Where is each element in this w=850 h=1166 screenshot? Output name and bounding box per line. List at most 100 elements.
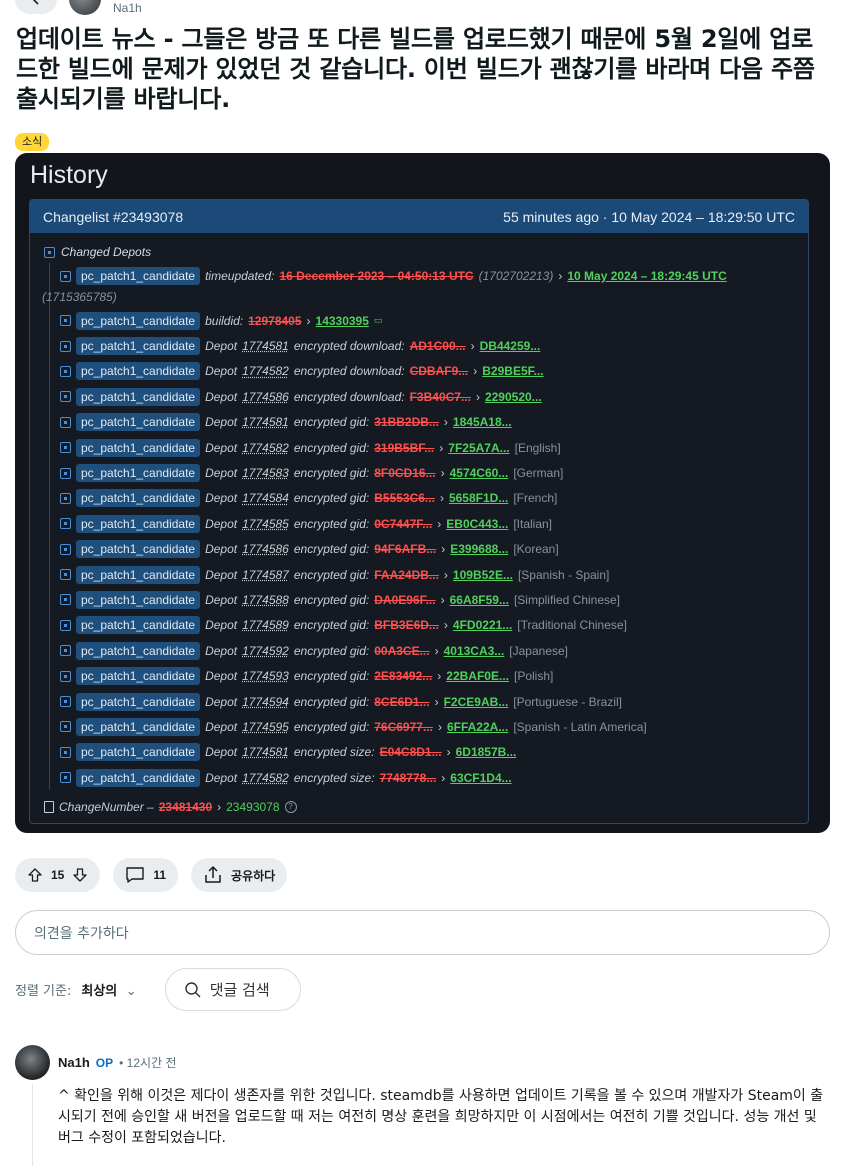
depot-id[interactable]: 1774586 [242, 390, 289, 404]
expand-icon [60, 645, 71, 657]
avatar[interactable] [15, 1045, 50, 1080]
arrow-icon: › [437, 719, 442, 734]
old-value: 31BB2DB... [374, 415, 439, 430]
comment-icon[interactable]: ▭ [374, 315, 383, 326]
branch-tag: pc_patch1_candidate [76, 743, 201, 762]
depot-id[interactable]: 1774581 [242, 415, 289, 429]
comment-author[interactable]: Na1h [58, 1055, 90, 1070]
comments-button[interactable]: 11 [113, 858, 179, 892]
arrow-icon: › [473, 364, 478, 379]
new-value: 63CF1D4... [450, 770, 512, 785]
sort-value: 최상의 [81, 984, 118, 999]
sort-dropdown[interactable]: 최상의 ⌄ [81, 980, 136, 999]
changelist-id: Changelist #23493078 [43, 208, 184, 225]
changenumber-label: ChangeNumber – [59, 800, 154, 815]
depot-id[interactable]: 1774582 [242, 771, 289, 785]
field-label: encrypted gid: [293, 694, 370, 709]
new-value: EB0C443... [446, 516, 509, 531]
depot-word: Depot [205, 491, 238, 506]
arrow-icon: › [439, 491, 444, 506]
arrow-icon: › [306, 313, 311, 328]
depot-id[interactable]: 1774583 [242, 466, 289, 480]
new-value: 22BAF0E... [446, 669, 509, 684]
field-label: encrypted gid: [293, 618, 370, 633]
downvote-icon[interactable] [72, 867, 88, 883]
depot-word: Depot [205, 466, 238, 481]
comment-icon [126, 867, 145, 883]
depot-id[interactable]: 1774581 [242, 745, 289, 759]
depot-id[interactable]: 1774589 [242, 618, 289, 632]
depot-id[interactable]: 1774584 [242, 491, 289, 505]
depot-change-list: pc_patch1_candidate timeupdated: 16 Dece… [42, 263, 808, 791]
depot-change-row: pc_patch1_candidate Depot 1774581 encrypted… [60, 410, 808, 435]
depot-id[interactable]: 1774582 [242, 364, 289, 378]
op-badge: OP [95, 1055, 114, 1070]
language-label: [Spanish - Latin America] [513, 719, 647, 734]
field-label: encrypted download: [293, 339, 405, 354]
new-value: 10 May 2024 – 18:29:45 UTC [567, 269, 727, 283]
share-button[interactable]: 공유하다 [191, 858, 288, 892]
back-button[interactable] [15, 0, 57, 14]
depot-id[interactable]: 1774593 [242, 669, 289, 683]
new-value: F2CE9AB... [443, 694, 509, 709]
branch-tag: pc_patch1_candidate [76, 337, 201, 356]
branch-tag: pc_patch1_candidate [76, 387, 201, 406]
new-value[interactable]: 14330395 [316, 314, 369, 328]
language-label: [Portuguese - Brazil] [513, 694, 622, 709]
arrow-icon: › [475, 389, 480, 404]
search-icon [184, 981, 201, 997]
depot-id[interactable]: 1774592 [242, 644, 289, 658]
branch-tag: pc_patch1_candidate [76, 311, 201, 330]
arrow-icon: › [443, 618, 448, 633]
upvote-icon[interactable] [27, 867, 43, 883]
depot-id[interactable]: 1774585 [242, 517, 289, 531]
depot-word: Depot [205, 567, 238, 582]
comment-time: • 12시간 전 [119, 1056, 177, 1070]
depot-id[interactable]: 1774595 [242, 720, 289, 734]
depot-id[interactable]: 1774581 [242, 339, 289, 353]
depot-word: Depot [205, 364, 238, 379]
new-value: 4FD0221... [452, 618, 513, 633]
depot-id[interactable]: 1774594 [242, 695, 289, 709]
help-icon[interactable]: ? [284, 801, 297, 814]
depot-id[interactable]: 1774586 [242, 542, 289, 556]
arrow-icon: › [440, 466, 445, 481]
depot-change-row: pc_patch1_candidate Depot 1774585 encrypted… [60, 511, 808, 536]
expand-icon [60, 543, 71, 555]
old-raw: (1702702213) [478, 269, 554, 283]
field-label: encrypted size: [293, 745, 375, 760]
old-value: 94F6AFB... [374, 542, 437, 557]
post-flair[interactable]: 소식 [15, 133, 50, 151]
depot-word: Depot [205, 415, 238, 430]
post-author[interactable]: Na1h [113, 1, 142, 15]
author-avatar[interactable] [69, 0, 101, 15]
depot-id[interactable]: 1774588 [242, 593, 289, 607]
depot-id[interactable]: 1774587 [242, 568, 289, 582]
expand-icon [60, 670, 71, 682]
branch-tag: pc_patch1_candidate [76, 641, 201, 660]
post-header: Na1h [15, 0, 142, 15]
depot-id[interactable]: 1774582 [242, 441, 289, 455]
expand-icon [60, 721, 71, 733]
field-label: encrypted gid: [293, 669, 370, 684]
branch-tag: pc_patch1_candidate [76, 692, 201, 711]
new-value: 66A8F59... [449, 592, 509, 607]
arrow-icon: › [434, 643, 439, 658]
depot-change-row: pc_patch1_candidate Depot 1774582 encrypted… [60, 435, 808, 460]
field-label: encrypted gid: [293, 516, 370, 531]
old-changenumber[interactable]: 23481430 [159, 800, 212, 814]
comment-search[interactable]: 댓글 검색 [164, 968, 301, 1011]
depot-word: Depot [205, 694, 238, 709]
branch-tag: pc_patch1_candidate [76, 540, 201, 559]
comment-input[interactable]: 의견을 추가하다 [15, 910, 830, 955]
branch-tag: pc_patch1_candidate [76, 667, 201, 686]
old-value[interactable]: 12978405 [248, 314, 301, 328]
language-label: [French] [513, 491, 558, 506]
field-label: buildid: [205, 313, 244, 328]
depot-change-row: pc_patch1_candidate Depot 1774589 encrypted… [60, 613, 808, 638]
new-changenumber[interactable]: 23493078 [226, 800, 279, 814]
changelist-header: Changelist #23493078 55 minutes ago · 10… [30, 200, 808, 233]
thread-line[interactable] [32, 1084, 33, 1166]
depot-change-row: pc_patch1_candidate Depot 1774582 encrypted… [60, 765, 808, 790]
post-image[interactable]: History Changelist #23493078 55 minutes … [15, 153, 830, 833]
